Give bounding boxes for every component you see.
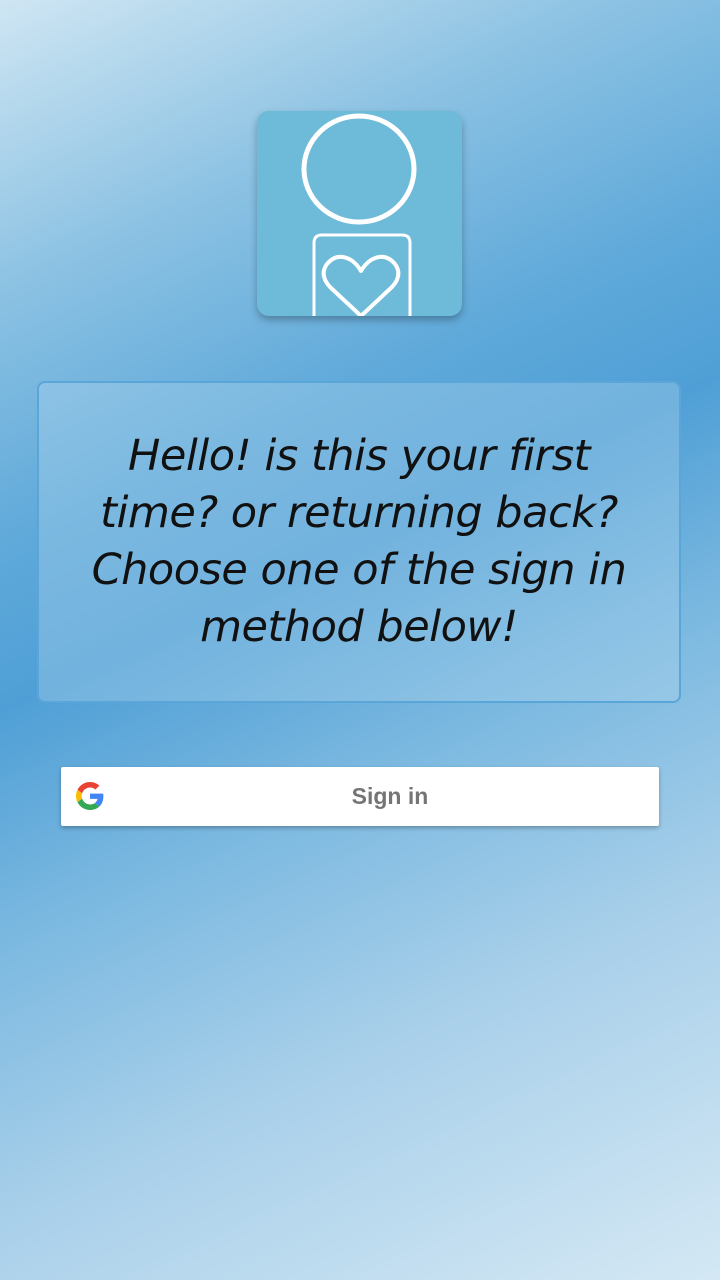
google-signin-button[interactable]: Sign in — [61, 767, 659, 826]
message-card: Hello! is this your first time? or retur… — [37, 381, 681, 703]
app-logo — [257, 111, 462, 316]
person-heart-icon — [301, 113, 417, 316]
welcome-message: Hello! is this your first time? or retur… — [91, 431, 627, 652]
signin-label: Sign in — [351, 783, 429, 809]
google-g-icon — [76, 782, 104, 810]
